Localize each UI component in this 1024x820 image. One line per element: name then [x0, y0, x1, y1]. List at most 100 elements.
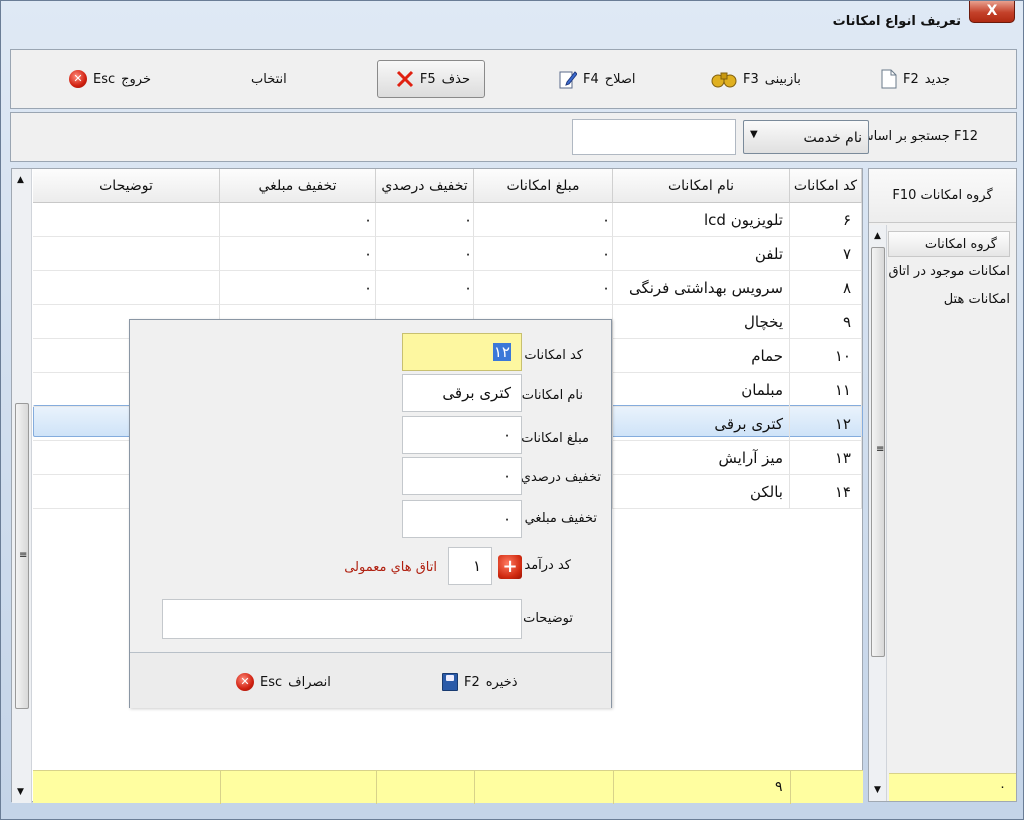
group-item-room[interactable]: امکانات موجود در اتاق [889, 259, 1011, 285]
col-header-percent-discount[interactable]: تخفیف درصدي [376, 169, 474, 203]
cell-code[interactable]: ۶ [790, 203, 862, 237]
cell-code[interactable]: ۱۱ [790, 373, 862, 407]
review-label: بازبینی [764, 71, 801, 87]
code-label: کد امکانات [524, 348, 583, 363]
cell-fixed-discount[interactable]: ۰ [220, 237, 376, 271]
income-code-field[interactable]: ۱ [448, 547, 492, 585]
cell-code[interactable]: ۷ [790, 237, 862, 271]
edit-facility-dialog: کد امکانات ۱۲ نام امکانات کتری برقی مبلغ… [129, 319, 612, 708]
cell-name[interactable]: میز آرایش [613, 441, 790, 475]
cell-name[interactable]: بالکن [613, 475, 790, 509]
document-icon [881, 69, 897, 89]
description-label: توضيحات [523, 611, 573, 626]
binoculars-icon [711, 72, 737, 88]
amount-field[interactable]: ۰ [402, 416, 522, 454]
grip-icon: ≡ [19, 550, 28, 561]
toolbar: جدید F2 بازبینی F3 اصلاح F4 حذف F5 انتخا… [10, 49, 1017, 109]
col-header-description[interactable]: توضيحات [33, 169, 220, 203]
income-code-label: کد درآمد [524, 558, 571, 573]
scroll-thumb[interactable]: ≡ [871, 247, 885, 657]
groups-header[interactable]: گروه امکانات F10 [869, 169, 1016, 223]
edit-key: F4 [583, 71, 599, 87]
cell-percent-discount[interactable]: ۰ [376, 237, 474, 271]
cancel-button[interactable]: انصراف Esc ✕ [236, 673, 331, 691]
select-button[interactable]: انتخاب [251, 60, 287, 98]
fixed-discount-label: تخفیف مبلغي [524, 511, 597, 526]
cell-name[interactable]: مبلمان [613, 373, 790, 407]
group-item-hotel[interactable]: امکانات هتل [944, 287, 1010, 313]
income-name: اتاق هاي معمولی [344, 560, 437, 575]
scroll-up-icon[interactable]: ▲ [17, 175, 24, 185]
scroll-up-icon[interactable]: ▲ [874, 231, 881, 241]
cell-code[interactable]: ۱۰ [790, 339, 862, 373]
row-count: ۹ [775, 779, 783, 795]
cell-name[interactable]: حمام [613, 339, 790, 373]
facility-groups-panel: گروه امکانات F10 ▲ ≡ ▼ گروه امکانات امکا… [868, 168, 1017, 802]
fixed-discount-field[interactable]: ۰ [402, 500, 522, 538]
exit-button[interactable]: خروج Esc ✕ [69, 60, 151, 98]
cell-percent-discount[interactable]: ۰ [376, 203, 474, 237]
cell-name[interactable]: کتری برقی [613, 407, 790, 441]
review-button[interactable]: بازبینی F3 [711, 60, 801, 98]
cell-amount[interactable]: ۰ [474, 203, 613, 237]
cell-fixed-discount[interactable]: ۰ [220, 271, 376, 305]
save-button[interactable]: ذخیره F2 [442, 673, 517, 691]
edit-label: اصلاح [604, 71, 636, 87]
cell-code[interactable]: ۹ [790, 305, 862, 339]
delete-button[interactable]: حذف F5 [377, 60, 485, 98]
percent-discount-field[interactable]: ۰ [402, 457, 522, 495]
percent-discount-label: تخفیف درصدي [520, 470, 601, 485]
code-field-value: ۱۲ [492, 343, 511, 361]
cell-code[interactable]: ۱۳ [790, 441, 862, 475]
delete-label: حذف [441, 71, 470, 87]
cell-name[interactable]: تلفن [613, 237, 790, 271]
cell-amount[interactable]: ۰ [474, 237, 613, 271]
select-label: انتخاب [251, 71, 287, 87]
dialog-footer: ذخیره F2 انصراف Esc ✕ [130, 652, 611, 708]
groups-summary-value: ۰ [999, 780, 1006, 795]
amount-label: مبلغ امکانات [521, 431, 589, 446]
col-header-fixed-discount[interactable]: تخفیف مبلغي [220, 169, 376, 203]
close-button[interactable]: X [969, 1, 1015, 23]
cell-name[interactable]: تلویزیون lcd [613, 203, 790, 237]
cell-description[interactable] [33, 203, 220, 237]
cell-code[interactable]: ۱۲ [790, 407, 862, 441]
col-header-amount[interactable]: مبلغ امکانات [474, 169, 613, 203]
cell-fixed-discount[interactable]: ۰ [220, 203, 376, 237]
save-key: F2 [464, 674, 480, 690]
groups-scrollbar[interactable]: ▲ ≡ ▼ [869, 225, 887, 801]
scroll-down-icon[interactable]: ▼ [874, 785, 881, 795]
cell-amount[interactable]: ۰ [474, 271, 613, 305]
col-header-name[interactable]: نام امکانات [613, 169, 790, 203]
title-bar: تعریف انواع امکانات X [1, 1, 1023, 41]
scroll-down-icon[interactable]: ▼ [17, 787, 24, 797]
cell-name[interactable]: سرویس بهداشتی فرنگی [613, 271, 790, 305]
grid-summary-row: ۹ [33, 770, 863, 804]
delete-x-icon [396, 70, 413, 88]
exit-label: خروج [121, 71, 152, 87]
cell-percent-discount[interactable]: ۰ [376, 271, 474, 305]
search-field-dropdown[interactable]: نام خدمت ▼ [743, 120, 869, 154]
cell-code[interactable]: ۱۴ [790, 475, 862, 509]
code-field[interactable]: ۱۲ [402, 333, 522, 371]
cancel-label: انصراف [288, 674, 331, 690]
review-key: F3 [743, 71, 759, 87]
description-field[interactable] [162, 599, 522, 639]
edit-button[interactable]: اصلاح F4 [559, 60, 636, 98]
cell-description[interactable] [33, 237, 220, 271]
group-item-all[interactable]: گروه امکانات [888, 231, 1010, 257]
search-bar: F12 جستجو بر اساس : نام خدمت ▼ [10, 112, 1017, 162]
cell-description[interactable] [33, 271, 220, 305]
col-header-code[interactable]: کد امکانات [790, 169, 862, 203]
scroll-thumb[interactable]: ≡ [15, 403, 29, 709]
search-input[interactable] [572, 119, 736, 155]
add-income-icon[interactable]: + [498, 555, 522, 579]
cell-name[interactable]: یخچال [613, 305, 790, 339]
cell-code[interactable]: ۸ [790, 271, 862, 305]
cancel-key: Esc [260, 674, 283, 690]
search-field-value: نام خدمت [803, 130, 862, 146]
name-field[interactable]: کتری برقی [402, 374, 522, 412]
grid-scrollbar[interactable]: ▲ ≡ ▼ [12, 169, 32, 803]
chevron-down-icon: ▼ [750, 129, 758, 140]
new-button[interactable]: جدید F2 [881, 60, 950, 98]
